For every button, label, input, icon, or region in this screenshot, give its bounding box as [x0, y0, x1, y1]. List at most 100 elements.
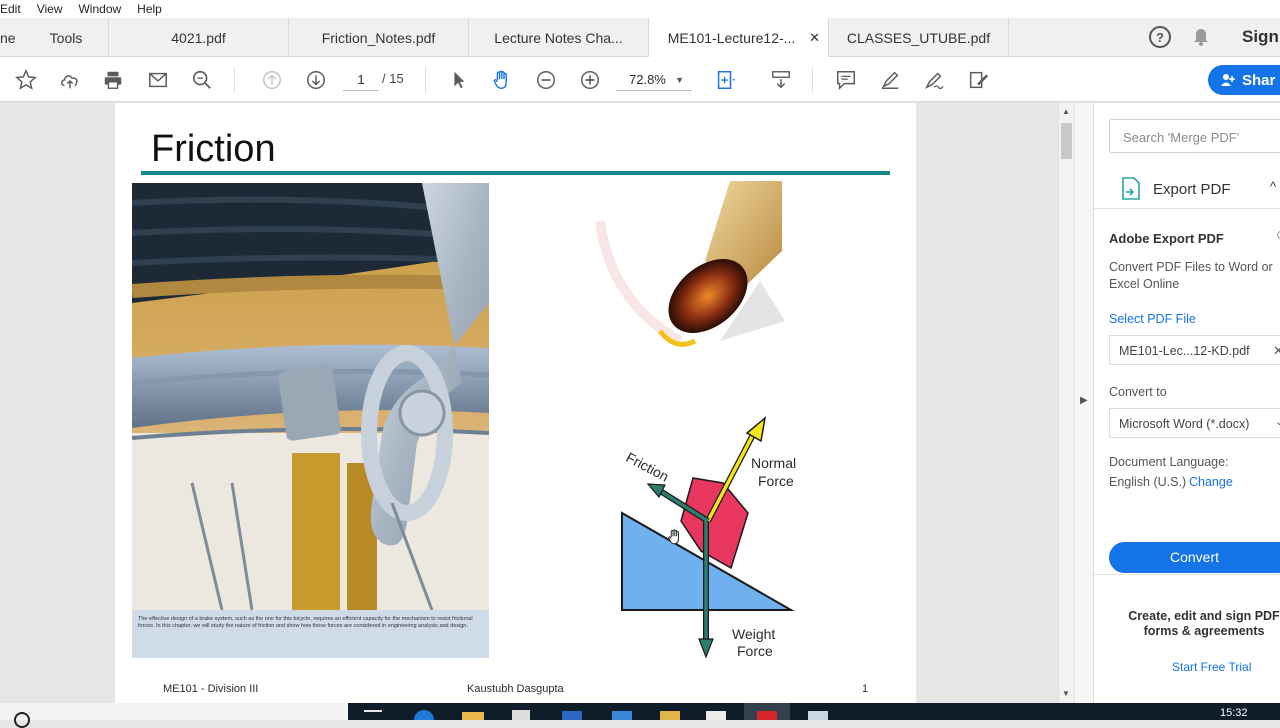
tab-document[interactable]: 4021.pdf — [109, 18, 289, 57]
export-pdf-icon — [1122, 177, 1140, 200]
app-icon[interactable] — [612, 711, 632, 720]
tab-tools[interactable]: Tools — [24, 18, 109, 57]
export-pdf-header[interactable]: Export PDF ^ — [1094, 167, 1280, 209]
title-rule — [141, 171, 890, 175]
taskbar-search-box[interactable] — [0, 703, 348, 728]
scroll-mode-icon[interactable] — [768, 67, 794, 93]
zoom-select[interactable]: 72.8% ▼ — [616, 69, 692, 91]
tab-label: Lecture Notes Cha... — [494, 29, 623, 46]
select-cursor-icon[interactable] — [446, 67, 472, 93]
menu-window[interactable]: Window — [78, 2, 121, 16]
tab-document-active[interactable]: ME101-Lecture12-... ✕ — [649, 18, 829, 58]
menu-bar: Edit View Window Help — [0, 0, 1280, 18]
tab-label: CLASSES_UTUBE.pdf — [846, 29, 991, 46]
print-icon[interactable] — [100, 67, 126, 93]
previous-page-icon[interactable] — [259, 67, 285, 93]
tab-label: Friction_Notes.pdf — [321, 29, 436, 46]
chevron-up-icon[interactable]: ^ — [1270, 179, 1276, 194]
tab-tools-label: Tools — [49, 29, 83, 46]
tab-document[interactable]: Friction_Notes.pdf — [289, 18, 469, 57]
right-tools-panel: Search 'Merge PDF' Export PDF ^ Adobe Ex… — [1093, 103, 1280, 703]
menu-edit[interactable]: Edit — [0, 2, 21, 16]
acrobat-taskbar-button[interactable] — [744, 703, 790, 720]
app-icon[interactable] — [706, 711, 726, 720]
tab-document[interactable]: CLASSES_UTUBE.pdf — [829, 18, 1009, 57]
fill-sign-icon[interactable] — [965, 67, 991, 93]
comment-icon[interactable] — [833, 67, 859, 93]
footer-left: ME101 - Division III — [163, 683, 259, 695]
zoom-in-icon[interactable] — [577, 67, 603, 93]
task-view-icon[interactable] — [364, 710, 382, 720]
tab-home-label: ne — [0, 29, 16, 46]
chevron-down-icon: ⌄ — [1275, 416, 1280, 428]
tab-bar: ne Tools 4021.pdf Friction_Notes.pdf Lec… — [0, 18, 1280, 58]
convert-format-value: Microsoft Word (*.docx) — [1119, 417, 1250, 431]
expand-panel-arrow-icon[interactable]: ▶ — [1080, 395, 1088, 406]
tab-label: ME101-Lecture12-... — [667, 30, 796, 46]
upload-cloud-icon[interactable] — [57, 67, 83, 93]
email-icon[interactable] — [145, 67, 171, 93]
panel-collapse-strip[interactable]: ▶ — [1074, 103, 1093, 703]
search-icon — [14, 712, 30, 728]
share-button[interactable]: Shar — [1208, 65, 1280, 95]
footer-center: Kaustubh Dasgupta — [467, 683, 564, 695]
convert-format-select[interactable]: Microsoft Word (*.docx) ⌄ — [1109, 408, 1280, 438]
file-explorer-icon[interactable] — [462, 712, 484, 720]
toolbar-divider — [425, 67, 426, 93]
page-total: / 15 — [382, 71, 404, 86]
toolbar-divider — [812, 67, 813, 93]
start-free-trial-link[interactable]: Start Free Trial — [1172, 660, 1251, 674]
app-icon[interactable] — [660, 711, 680, 720]
bicycle-brake-photo — [132, 183, 489, 610]
scrollbar-thumb[interactable] — [1061, 123, 1072, 159]
menu-view[interactable]: View — [37, 2, 63, 16]
photo-caption: The effective design of a brake system, … — [132, 610, 489, 658]
export-pdf-title: Export PDF — [1153, 181, 1231, 198]
star-icon[interactable] — [13, 67, 39, 93]
store-icon[interactable] — [512, 710, 530, 720]
search-zoom-icon[interactable] — [189, 67, 215, 93]
vertical-scrollbar[interactable]: ▲ ▼ — [1058, 103, 1074, 703]
convert-to-label: Convert to — [1109, 385, 1167, 399]
scroll-down-arrow-icon[interactable]: ▼ — [1062, 689, 1070, 698]
page-number-input[interactable]: 1 — [343, 69, 379, 91]
search-tools-input[interactable]: Search 'Merge PDF' — [1109, 119, 1280, 153]
hand-tool-icon[interactable] — [489, 67, 515, 93]
tab-close-icon[interactable]: ✕ — [809, 30, 820, 46]
export-description: Convert PDF Files to Word or Excel Onlin… — [1109, 260, 1273, 291]
user-add-icon — [1221, 74, 1235, 86]
app-icon[interactable] — [808, 711, 828, 720]
selected-file-field: ME101-Lec...12-KD.pdf ✕ — [1109, 335, 1280, 365]
app-icon[interactable] — [562, 711, 582, 720]
highlight-pen-icon[interactable] — [877, 67, 903, 93]
convert-button[interactable]: Convert — [1109, 542, 1280, 573]
normal-force-label-line2: Force — [758, 473, 794, 489]
help-icon[interactable]: ? — [1149, 26, 1171, 48]
taskbar-clock: 15:32 — [1220, 707, 1248, 719]
zoom-value: 72.8% — [629, 72, 666, 87]
panel-divider — [1094, 574, 1280, 575]
toolbar: 1 / 15 72.8% ▼ Shar — [0, 57, 1280, 102]
selected-file-name: ME101-Lec...12-KD.pdf — [1119, 344, 1250, 358]
menu-help[interactable]: Help — [137, 2, 162, 16]
export-heading: Adobe Export PDF — [1109, 231, 1224, 246]
pdf-page[interactable]: Friction The effective design of a brake… — [115, 103, 916, 703]
fit-page-icon[interactable] — [712, 67, 738, 93]
zoom-out-icon[interactable] — [533, 67, 559, 93]
weight-force-label-line1: Weight — [732, 626, 776, 642]
select-pdf-file-link[interactable]: Select PDF File — [1109, 312, 1196, 326]
bell-icon[interactable] — [1191, 27, 1211, 47]
sign-in-button[interactable]: Sign — [1242, 27, 1279, 47]
document-language-value: English (U.S.) — [1109, 475, 1187, 489]
change-language-link[interactable]: Change — [1189, 475, 1233, 489]
tab-home[interactable]: ne — [0, 18, 24, 57]
promo-text: Create, edit and sign PDF forms & agreem… — [1128, 609, 1280, 638]
slide-title: Friction — [151, 128, 276, 170]
scroll-up-arrow-icon[interactable]: ▲ — [1062, 107, 1070, 116]
remove-file-icon[interactable]: ✕ — [1273, 343, 1280, 359]
draw-sign-icon[interactable] — [921, 67, 947, 93]
footer-page-number: 1 — [862, 683, 869, 695]
tab-document[interactable]: Lecture Notes Cha... — [469, 18, 649, 57]
next-page-icon[interactable] — [303, 67, 329, 93]
weight-force-label-line2: Force — [737, 643, 773, 659]
